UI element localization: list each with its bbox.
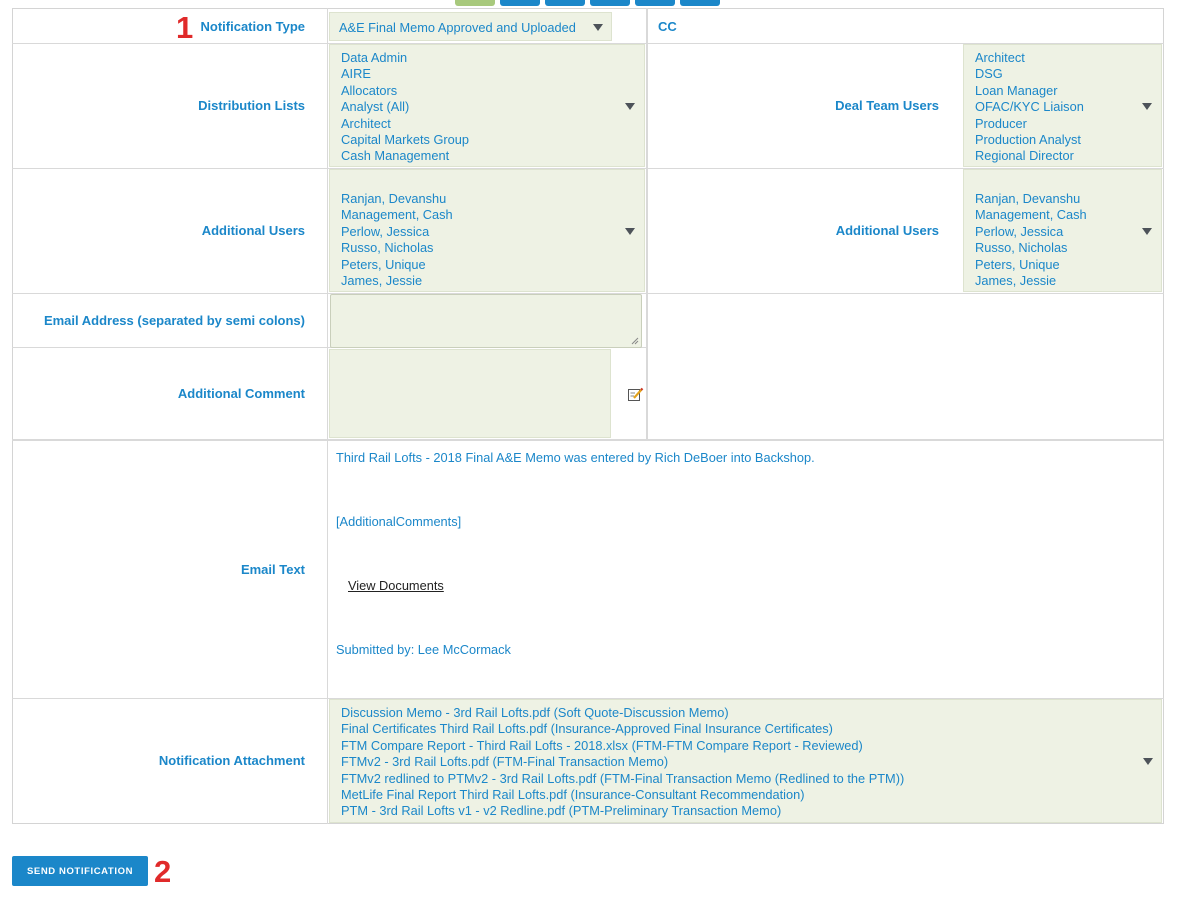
list-item[interactable]: Final Certificates Third Rail Lofts.pdf … — [341, 721, 904, 737]
list-item[interactable]: Producer — [975, 116, 1084, 132]
list-item[interactable]: James, Jessie — [975, 273, 1087, 289]
cc-additional-users-label: Additional Users — [835, 223, 939, 238]
additional-users-options: Ranjan, Devanshu Management, Cash Perlow… — [341, 191, 453, 289]
toolbar-button[interactable] — [590, 0, 630, 6]
send-notification-button[interactable]: SEND NOTIFICATION — [12, 856, 148, 886]
cc-additional-users-select[interactable]: Ranjan, Devanshu Management, Cash Perlow… — [963, 169, 1162, 292]
chevron-down-icon — [1143, 758, 1153, 765]
deal-team-users-select[interactable]: Architect DSG Loan Manager OFAC/KYC Liai… — [963, 44, 1162, 167]
additional-comment-input[interactable] — [329, 349, 611, 438]
list-item[interactable]: Capital Markets Group — [341, 132, 469, 148]
notification-attachment-label: Notification Attachment — [158, 753, 305, 768]
toolbar-button[interactable] — [545, 0, 585, 6]
cc-additional-users-options: Ranjan, Devanshu Management, Cash Perlow… — [975, 191, 1087, 289]
list-item[interactable]: Ranjan, Devanshu — [341, 191, 453, 207]
view-documents-link[interactable]: View Documents — [348, 578, 444, 593]
list-item[interactable]: Russo, Nicholas — [975, 240, 1087, 256]
notification-type-value: A&E Final Memo Approved and Uploaded — [339, 20, 576, 35]
distribution-lists-label: Distribution Lists — [198, 98, 305, 113]
chevron-down-icon — [1142, 103, 1152, 110]
chevron-down-icon — [625, 103, 635, 110]
deal-team-users-label: Deal Team Users — [835, 98, 939, 113]
divider — [646, 8, 648, 440]
list-item[interactable]: Analyst (All) — [341, 99, 469, 115]
additional-comment-label: Additional Comment — [177, 386, 305, 401]
notification-attachment-select[interactable]: Discussion Memo - 3rd Rail Lofts.pdf (So… — [329, 699, 1162, 823]
email-address-label: Email Address (separated by semi colons) — [43, 313, 305, 328]
chevron-down-icon — [625, 228, 635, 235]
toolbar-button[interactable] — [680, 0, 720, 6]
step-marker-2: 2 — [154, 854, 172, 889]
list-item[interactable]: Architect — [341, 116, 469, 132]
list-item[interactable]: James, Jessie — [341, 273, 453, 289]
divider — [327, 8, 328, 824]
list-item[interactable]: Management, Cash — [341, 207, 453, 223]
list-item[interactable]: Discussion Memo - 3rd Rail Lofts.pdf (So… — [341, 705, 904, 721]
additional-users-select[interactable]: Ranjan, Devanshu Management, Cash Perlow… — [329, 169, 645, 292]
toolbar-button-green[interactable] — [455, 0, 495, 6]
toolbar-button[interactable] — [635, 0, 675, 6]
chevron-down-icon — [593, 24, 603, 31]
notification-type-select[interactable]: A&E Final Memo Approved and Uploaded — [329, 12, 612, 41]
list-item[interactable]: Regional Director — [975, 148, 1084, 164]
toolbar-button[interactable] — [500, 0, 540, 6]
email-text-label: Email Text — [240, 562, 305, 577]
list-item[interactable]: Architect — [975, 50, 1084, 66]
email-address-input[interactable] — [330, 294, 642, 348]
list-item[interactable]: Allocators — [341, 83, 469, 99]
list-item[interactable]: FTM Compare Report - Third Rail Lofts - … — [341, 738, 904, 754]
list-item[interactable]: Ranjan, Devanshu — [975, 191, 1087, 207]
notification-type-label: Notification Type — [200, 19, 305, 34]
resize-handle-icon[interactable] — [631, 337, 639, 345]
list-item[interactable]: Peters, Unique — [975, 257, 1087, 273]
list-item[interactable]: Peters, Unique — [341, 257, 453, 273]
list-item[interactable]: Production Analyst — [975, 132, 1084, 148]
list-item[interactable]: FTMv2 - 3rd Rail Lofts.pdf (FTM-Final Tr… — [341, 754, 904, 770]
additional-users-label: Additional Users — [201, 223, 305, 238]
cc-label: CC — [658, 19, 677, 34]
notification-attachment-options: Discussion Memo - 3rd Rail Lofts.pdf (So… — [341, 705, 904, 820]
list-item[interactable]: Russo, Nicholas — [341, 240, 453, 256]
email-body-placeholder: [AdditionalComments] — [336, 514, 462, 529]
list-item[interactable]: Perlow, Jessica — [341, 224, 453, 240]
list-item[interactable]: Perlow, Jessica — [975, 224, 1087, 240]
email-body-line: Third Rail Lofts - 2018 Final A&E Memo w… — [336, 450, 815, 465]
list-item[interactable]: OFAC/KYC Liaison — [975, 99, 1084, 115]
list-item[interactable]: Loan Manager — [975, 83, 1084, 99]
divider — [12, 439, 1164, 441]
deal-team-users-options: Architect DSG Loan Manager OFAC/KYC Liai… — [975, 50, 1084, 165]
list-item[interactable]: AIRE — [341, 66, 469, 82]
list-item[interactable]: PTM - 3rd Rail Lofts v1 - v2 Redline.pdf… — [341, 803, 904, 819]
step-marker-1: 1 — [176, 10, 194, 45]
email-body-submitted: Submitted by: Lee McCormack — [336, 642, 511, 657]
list-item[interactable]: Data Admin — [341, 50, 469, 66]
top-toolbar — [0, 0, 1179, 7]
distribution-lists-options: Data Admin AIRE Allocators Analyst (All)… — [341, 50, 469, 165]
list-item[interactable]: MetLife Final Report Third Rail Lofts.pd… — [341, 787, 904, 803]
chevron-down-icon — [1142, 228, 1152, 235]
list-item[interactable]: FTMv2 redlined to PTMv2 - 3rd Rail Lofts… — [341, 771, 904, 787]
distribution-lists-select[interactable]: Data Admin AIRE Allocators Analyst (All)… — [329, 44, 645, 167]
list-item[interactable]: Management, Cash — [975, 207, 1087, 223]
edit-note-icon[interactable] — [627, 387, 644, 402]
list-item[interactable]: Cash Management — [341, 148, 469, 164]
list-item[interactable]: DSG — [975, 66, 1084, 82]
